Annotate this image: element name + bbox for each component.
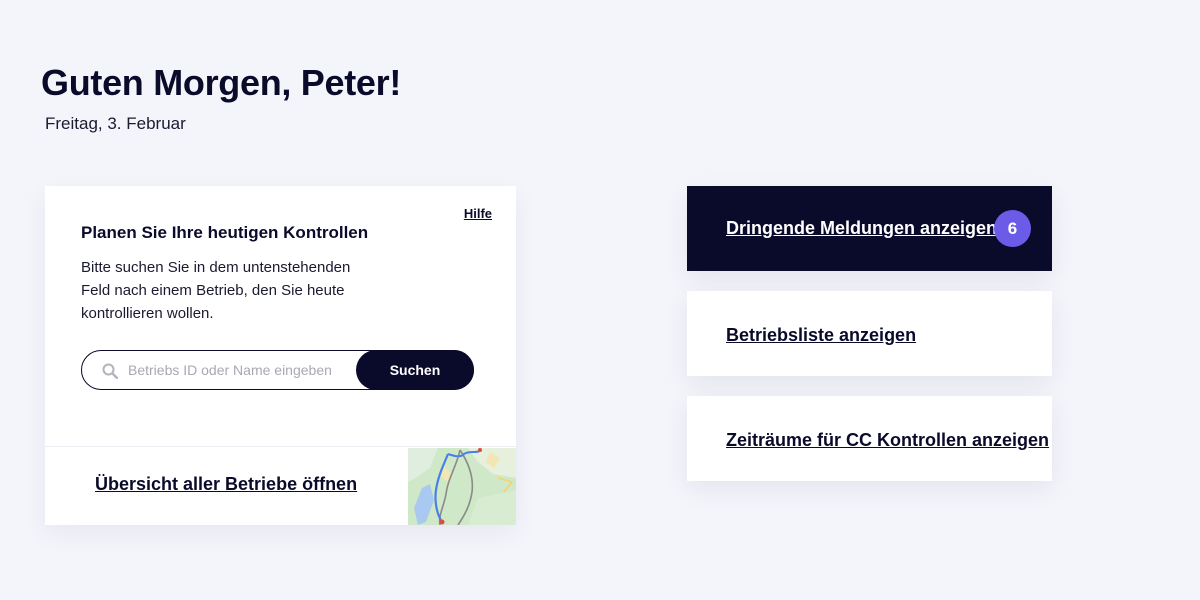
greeting-title: Guten Morgen, Peter! xyxy=(41,62,402,103)
search-button[interactable]: Suchen xyxy=(356,350,474,390)
plan-controls-card: Hilfe Planen Sie Ihre heutigen Kontrolle… xyxy=(45,186,516,525)
help-link[interactable]: Hilfe xyxy=(464,206,492,221)
current-date: Freitag, 3. Februar xyxy=(45,114,186,133)
urgent-notifications-link[interactable]: Dringende Meldungen anzeigen xyxy=(726,218,997,239)
plan-card-title: Planen Sie Ihre heutigen Kontrollen xyxy=(81,223,369,242)
plan-card-description: Bitte suchen Sie in dem untenstehenden F… xyxy=(81,259,351,322)
cc-control-periods-link[interactable]: Zeiträume für CC Kontrollen anzeigen xyxy=(726,430,1049,451)
map-icon xyxy=(408,448,516,525)
overview-all-businesses-link[interactable]: Übersicht aller Betriebe öffnen xyxy=(95,474,357,495)
dashboard-page: Guten Morgen, Peter! Freitag, 3. Februar… xyxy=(0,0,1200,600)
urgent-notifications-card[interactable]: Dringende Meldungen anzeigen 6 xyxy=(687,186,1052,271)
cc-control-periods-card[interactable]: Zeiträume für CC Kontrollen anzeigen xyxy=(687,396,1052,481)
business-list-card[interactable]: Betriebsliste anzeigen xyxy=(687,291,1052,376)
business-list-link[interactable]: Betriebsliste anzeigen xyxy=(726,325,916,346)
search-input[interactable] xyxy=(128,351,353,389)
search-icon xyxy=(102,363,118,379)
card-divider xyxy=(45,446,516,447)
urgent-count-badge: 6 xyxy=(994,210,1031,247)
search-bar: Suchen xyxy=(81,350,474,390)
map-thumbnail[interactable] xyxy=(408,448,516,525)
